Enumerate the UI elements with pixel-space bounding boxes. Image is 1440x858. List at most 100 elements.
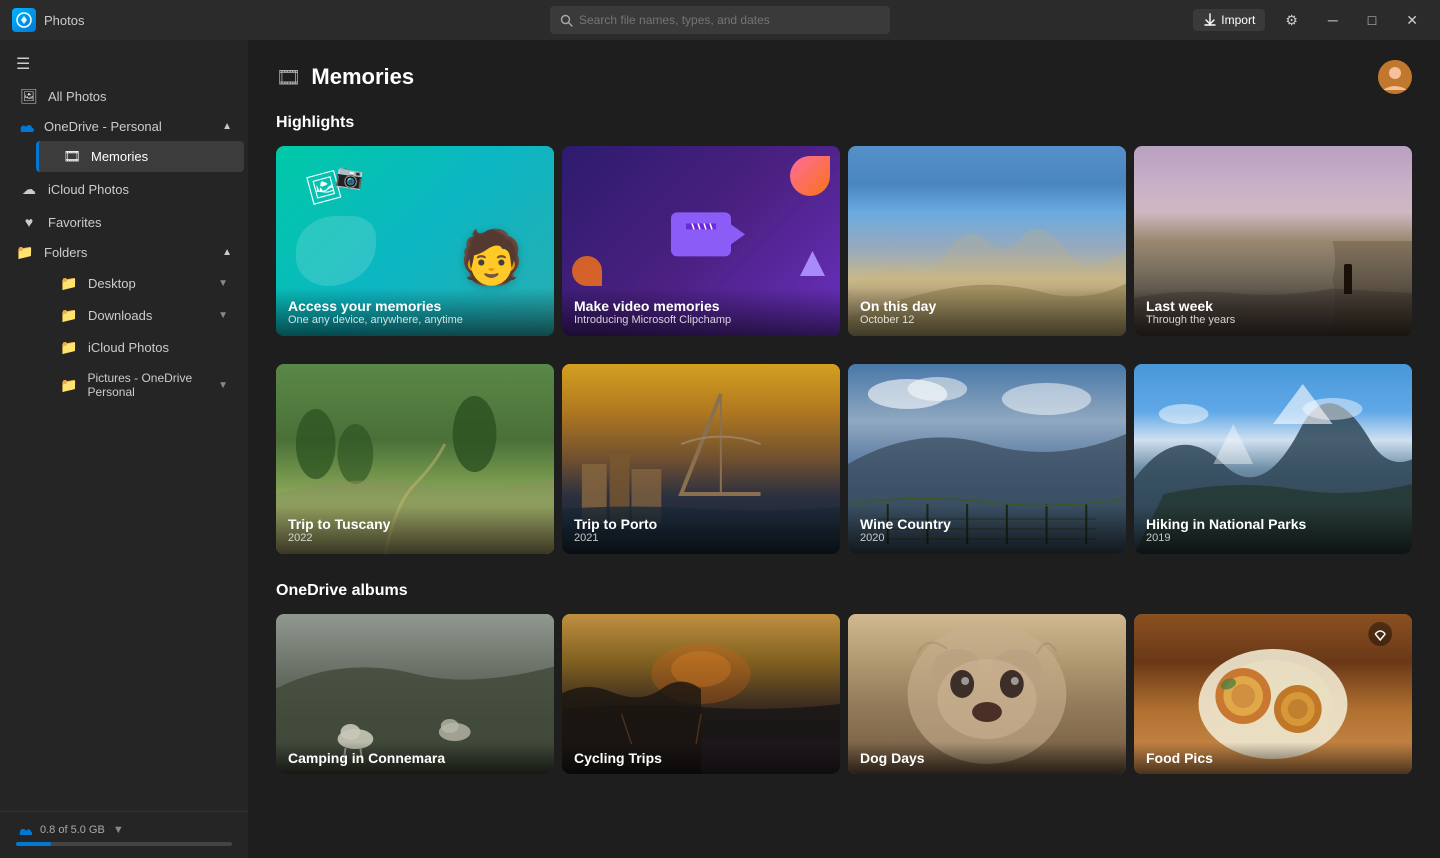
highlight-card-on-this-day[interactable]: On this day October 12 — [848, 146, 1126, 336]
search-icon — [560, 14, 573, 27]
sidebar-item-desktop[interactable]: 📁 Desktop ▼ — [36, 268, 244, 299]
card-content: Camping in Connemara — [276, 742, 554, 774]
card-title: Last week — [1146, 298, 1400, 314]
highlights-grid: 🧑 🖼 📷 Access your memories One any devic… — [276, 146, 1412, 336]
person-illustration: 🧑 — [459, 227, 524, 288]
album-card-connemara[interactable]: Camping in Connemara — [276, 614, 554, 774]
card-content: Access your memories One any device, any… — [276, 288, 554, 336]
downloads-chevron: ▼ — [218, 310, 228, 321]
sidebar-item-memories[interactable]: 🎞 Memories — [36, 141, 244, 172]
album-card-cycling[interactable]: Cycling Trips — [562, 614, 840, 774]
card-content: Trip to Porto 2021 — [562, 506, 840, 554]
page-header: 🎞 Memories — [276, 60, 1412, 94]
album-card-dog[interactable]: Dog Days — [848, 614, 1126, 774]
photo2-illustration: 📷 — [334, 162, 365, 192]
sidebar-item-all-photos[interactable]: 🖼 All Photos — [4, 81, 244, 112]
card-title: On this day — [860, 298, 1114, 314]
card-title: Cycling Trips — [574, 750, 828, 766]
storage-info: 0.8 of 5.0 GB ▼ — [16, 824, 232, 836]
album-card-food[interactable]: Food Pics — [1134, 614, 1412, 774]
app-title: Photos — [44, 13, 84, 28]
card-subtitle: Through the years — [1146, 314, 1400, 326]
icloud-icon: ☁ — [20, 181, 38, 198]
page-title: Memories — [311, 64, 414, 90]
card-title: Wine Country — [860, 516, 1114, 532]
hamburger-button[interactable]: ☰ — [0, 48, 248, 80]
card-content: Cycling Trips — [562, 742, 840, 774]
card-content: Make video memories Introducing Microsof… — [562, 288, 840, 336]
storage-dropdown[interactable]: ▼ — [113, 824, 124, 836]
card-title: Hiking in National Parks — [1146, 516, 1400, 532]
sidebar-item-icloud[interactable]: ☁ iCloud Photos — [4, 174, 244, 205]
memory-card-porto[interactable]: Trip to Porto 2021 — [562, 364, 840, 554]
all-photos-icon: 🖼 — [20, 88, 38, 105]
search-input[interactable] — [579, 13, 880, 27]
import-button[interactable]: Import — [1193, 9, 1265, 31]
shape-orange — [572, 256, 602, 286]
sidebar-storage: 0.8 of 5.0 GB ▼ — [0, 811, 248, 858]
heart-icon: ♥ — [20, 214, 38, 230]
search-bar[interactable] — [550, 6, 890, 34]
sidebar: ☰ 🖼 All Photos OneDrive - Personal ▲ 🎞 M… — [0, 40, 248, 858]
highlight-card-access-memories[interactable]: 🧑 🖼 📷 Access your memories One any devic… — [276, 146, 554, 336]
card-year: 2021 — [574, 532, 828, 544]
sidebar-section-folders[interactable]: 📁 Folders ▲ — [0, 238, 248, 267]
card-content: Food Pics — [1134, 742, 1412, 774]
icloud-folder-icon: 📁 — [60, 339, 78, 356]
minimize-button[interactable]: ─ — [1318, 8, 1348, 32]
card-year: 2022 — [288, 532, 542, 544]
settings-button[interactable]: ⚙ — [1275, 8, 1308, 33]
pictures-folder-icon: 📁 — [60, 377, 77, 394]
memories-page-icon: 🎞 — [276, 65, 301, 90]
storage-fill — [16, 842, 51, 846]
card-content: Hiking in National Parks 2019 — [1134, 506, 1412, 554]
card-title: Camping in Connemara — [288, 750, 542, 766]
chevron-down-icon: ▲ — [222, 247, 232, 258]
onedrive-icon — [16, 121, 34, 133]
sidebar-item-favorites[interactable]: ♥ Favorites — [4, 207, 244, 237]
app-body: ☰ 🖼 All Photos OneDrive - Personal ▲ 🎞 M… — [0, 40, 1440, 858]
page-title-row: 🎞 Memories — [276, 64, 414, 90]
highlight-card-last-week[interactable]: Last week Through the years — [1134, 146, 1412, 336]
user-avatar[interactable] — [1378, 60, 1412, 94]
sidebar-item-downloads[interactable]: 📁 Downloads ▼ — [36, 300, 244, 331]
card-subtitle: One any device, anywhere, anytime — [288, 314, 542, 326]
import-icon — [1203, 13, 1217, 27]
memory-card-wine-country[interactable]: Wine Country 2020 — [848, 364, 1126, 554]
card-title: Make video memories — [574, 298, 828, 314]
desktop-folder-icon: 📁 — [60, 275, 78, 292]
close-button[interactable]: ✕ — [1396, 8, 1428, 33]
card-title: Trip to Porto — [574, 516, 828, 532]
main-content: 🎞 Memories Highlights 🧑 🖼 📷 Access your … — [248, 40, 1440, 858]
albums-grid: Camping in Connemara — [276, 614, 1412, 774]
highlight-card-video-memories[interactable]: Make video memories Introducing Microsof… — [562, 146, 840, 336]
sidebar-item-icloud-folder[interactable]: 📁 iCloud Photos — [36, 332, 244, 363]
card-title: Dog Days — [860, 750, 1114, 766]
memories-icon: 🎞 — [63, 148, 81, 165]
sidebar-section-onedrive[interactable]: OneDrive - Personal ▲ — [0, 113, 248, 140]
titlebar: Photos Import ⚙ ─ □ ✕ — [0, 0, 1440, 40]
card-year: 2020 — [860, 532, 1114, 544]
card-content: Dog Days — [848, 742, 1126, 774]
titlebar-actions: Import ⚙ ─ □ ✕ — [1193, 8, 1428, 33]
card-content: Last week Through the years — [1134, 288, 1412, 336]
chevron-up-icon: ▲ — [222, 121, 232, 132]
desktop-chevron: ▼ — [218, 278, 228, 289]
highlights-heading: Highlights — [276, 114, 1412, 132]
storage-bar — [16, 842, 232, 846]
clapboard-icon — [671, 212, 731, 256]
onedrive-albums-heading: OneDrive albums — [276, 582, 1412, 600]
card-year: 2019 — [1146, 532, 1400, 544]
card-content: Trip to Tuscany 2022 — [276, 506, 554, 554]
folder-section-icon: 📁 — [16, 244, 34, 261]
maximize-button[interactable]: □ — [1358, 8, 1386, 32]
card-subtitle: Introducing Microsoft Clipchamp — [574, 314, 828, 326]
card-title: Access your memories — [288, 298, 542, 314]
card-content: Wine Country 2020 — [848, 506, 1126, 554]
memory-card-tuscany[interactable]: Trip to Tuscany 2022 — [276, 364, 554, 554]
card-title: Trip to Tuscany — [288, 516, 542, 532]
card-content: On this day October 12 — [848, 288, 1126, 336]
memories-grid: Trip to Tuscany 2022 — [276, 364, 1412, 554]
memory-card-hiking[interactable]: Hiking in National Parks 2019 — [1134, 364, 1412, 554]
sidebar-item-pictures[interactable]: 📁 Pictures - OneDrive Personal ▼ — [36, 364, 244, 406]
